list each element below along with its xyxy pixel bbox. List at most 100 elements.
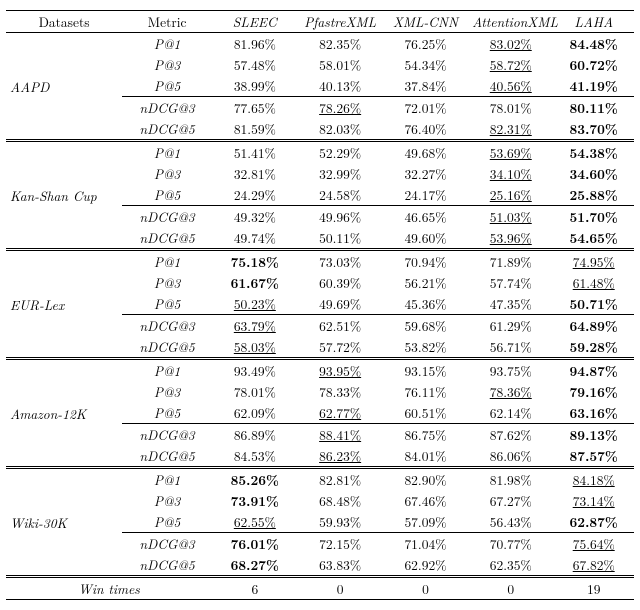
col-model-laha: LAHA <box>553 11 634 33</box>
table-row: Amazon-12KP@193.49%93.95%93.15%93.75%94.… <box>6 359 634 382</box>
value-cell: 32.99% <box>297 163 382 184</box>
metric-label: P@3 <box>122 381 212 402</box>
value-cell: 34.60% <box>553 163 634 184</box>
value-cell: 57.72% <box>297 336 382 359</box>
table-row: Wiki-30KP@185.26%82.81%82.90%81.98%84.18… <box>6 468 634 491</box>
value-cell: 93.49% <box>212 359 297 382</box>
col-model-attentionxml: AttentionXML <box>468 11 553 33</box>
value-cell: 60.51% <box>383 402 468 424</box>
value-cell: 71.04% <box>383 533 468 555</box>
value-cell: 63.79% <box>212 315 297 337</box>
value-cell: 62.92% <box>383 554 468 577</box>
value-cell: 75.18% <box>212 250 297 273</box>
value-cell: 85.26% <box>212 468 297 491</box>
value-cell: 60.72% <box>553 54 634 75</box>
metric-label: nDCG@5 <box>122 336 212 359</box>
value-cell: 76.40% <box>383 118 468 141</box>
value-cell: 86.23% <box>297 445 382 468</box>
value-cell: 50.71% <box>553 293 634 315</box>
value-cell: 50.23% <box>212 293 297 315</box>
metric-label: nDCG@5 <box>122 445 212 468</box>
value-cell: 25.16% <box>468 184 553 206</box>
value-cell: 79.16% <box>553 381 634 402</box>
table-row: AAPDP@181.96%82.35%76.25%83.02%84.48% <box>6 33 634 55</box>
value-cell: 88.41% <box>297 424 382 446</box>
value-cell: 53.96% <box>468 227 553 250</box>
value-cell: 80.11% <box>553 97 634 119</box>
metric-label: nDCG@3 <box>122 206 212 228</box>
value-cell: 56.71% <box>468 336 553 359</box>
value-cell: 71.89% <box>468 250 553 273</box>
value-cell: 57.74% <box>468 272 553 293</box>
value-cell: 37.84% <box>383 75 468 97</box>
col-model-xmlcnn: XML-CNN <box>383 11 468 33</box>
value-cell: 49.68% <box>383 141 468 164</box>
value-cell: 58.72% <box>468 54 553 75</box>
value-cell: 32.81% <box>212 163 297 184</box>
value-cell: 41.19% <box>553 75 634 97</box>
value-cell: 82.35% <box>297 33 382 55</box>
value-cell: 49.74% <box>212 227 297 250</box>
metric-label: P@5 <box>122 402 212 424</box>
value-cell: 62.35% <box>468 554 553 577</box>
value-cell: 61.29% <box>468 315 553 337</box>
value-cell: 46.65% <box>383 206 468 228</box>
metric-label: nDCG@5 <box>122 227 212 250</box>
value-cell: 60.39% <box>297 272 382 293</box>
value-cell: 74.95% <box>553 250 634 273</box>
value-cell: 58.01% <box>297 54 382 75</box>
value-cell: 53.69% <box>468 141 553 164</box>
value-cell: 89.13% <box>553 424 634 446</box>
value-cell: 54.34% <box>383 54 468 75</box>
value-cell: 84.18% <box>553 468 634 491</box>
metric-label: P@5 <box>122 75 212 97</box>
value-cell: 82.03% <box>297 118 382 141</box>
value-cell: 78.01% <box>468 97 553 119</box>
value-cell: 45.36% <box>383 293 468 315</box>
col-model-sleec: SLEEC <box>212 11 297 33</box>
metric-label: P@1 <box>122 468 212 491</box>
value-cell: 77.65% <box>212 97 297 119</box>
metric-label: nDCG@3 <box>122 533 212 555</box>
value-cell: 84.48% <box>553 33 634 55</box>
value-cell: 52.29% <box>297 141 382 164</box>
dataset-label: Kan-Shan Cup <box>6 141 122 250</box>
value-cell: 62.51% <box>297 315 382 337</box>
value-cell: 86.89% <box>212 424 297 446</box>
value-cell: 94.87% <box>553 359 634 382</box>
value-cell: 72.15% <box>297 533 382 555</box>
table-row: EUR-LexP@175.18%73.03%70.94%71.89%74.95% <box>6 250 634 273</box>
footer-val: 0 <box>383 577 468 600</box>
value-cell: 75.64% <box>553 533 634 555</box>
value-cell: 68.48% <box>297 490 382 511</box>
value-cell: 62.87% <box>553 511 634 533</box>
value-cell: 67.82% <box>553 554 634 577</box>
value-cell: 47.35% <box>468 293 553 315</box>
value-cell: 32.27% <box>383 163 468 184</box>
footer-val: 19 <box>553 577 634 600</box>
value-cell: 50.11% <box>297 227 382 250</box>
value-cell: 70.94% <box>383 250 468 273</box>
value-cell: 72.01% <box>383 97 468 119</box>
metric-label: P@1 <box>122 359 212 382</box>
value-cell: 49.32% <box>212 206 297 228</box>
value-cell: 82.81% <box>297 468 382 491</box>
value-cell: 51.70% <box>553 206 634 228</box>
value-cell: 53.82% <box>383 336 468 359</box>
value-cell: 87.62% <box>468 424 553 446</box>
metric-label: P@1 <box>122 250 212 273</box>
value-cell: 84.01% <box>383 445 468 468</box>
value-cell: 24.29% <box>212 184 297 206</box>
value-cell: 70.77% <box>468 533 553 555</box>
value-cell: 62.09% <box>212 402 297 424</box>
value-cell: 67.46% <box>383 490 468 511</box>
value-cell: 54.38% <box>553 141 634 164</box>
value-cell: 78.36% <box>468 381 553 402</box>
value-cell: 83.02% <box>468 33 553 55</box>
value-cell: 73.14% <box>553 490 634 511</box>
value-cell: 93.15% <box>383 359 468 382</box>
col-datasets: Datasets <box>6 11 122 33</box>
metric-label: P@3 <box>122 54 212 75</box>
dataset-label: AAPD <box>6 33 122 141</box>
value-cell: 82.90% <box>383 468 468 491</box>
